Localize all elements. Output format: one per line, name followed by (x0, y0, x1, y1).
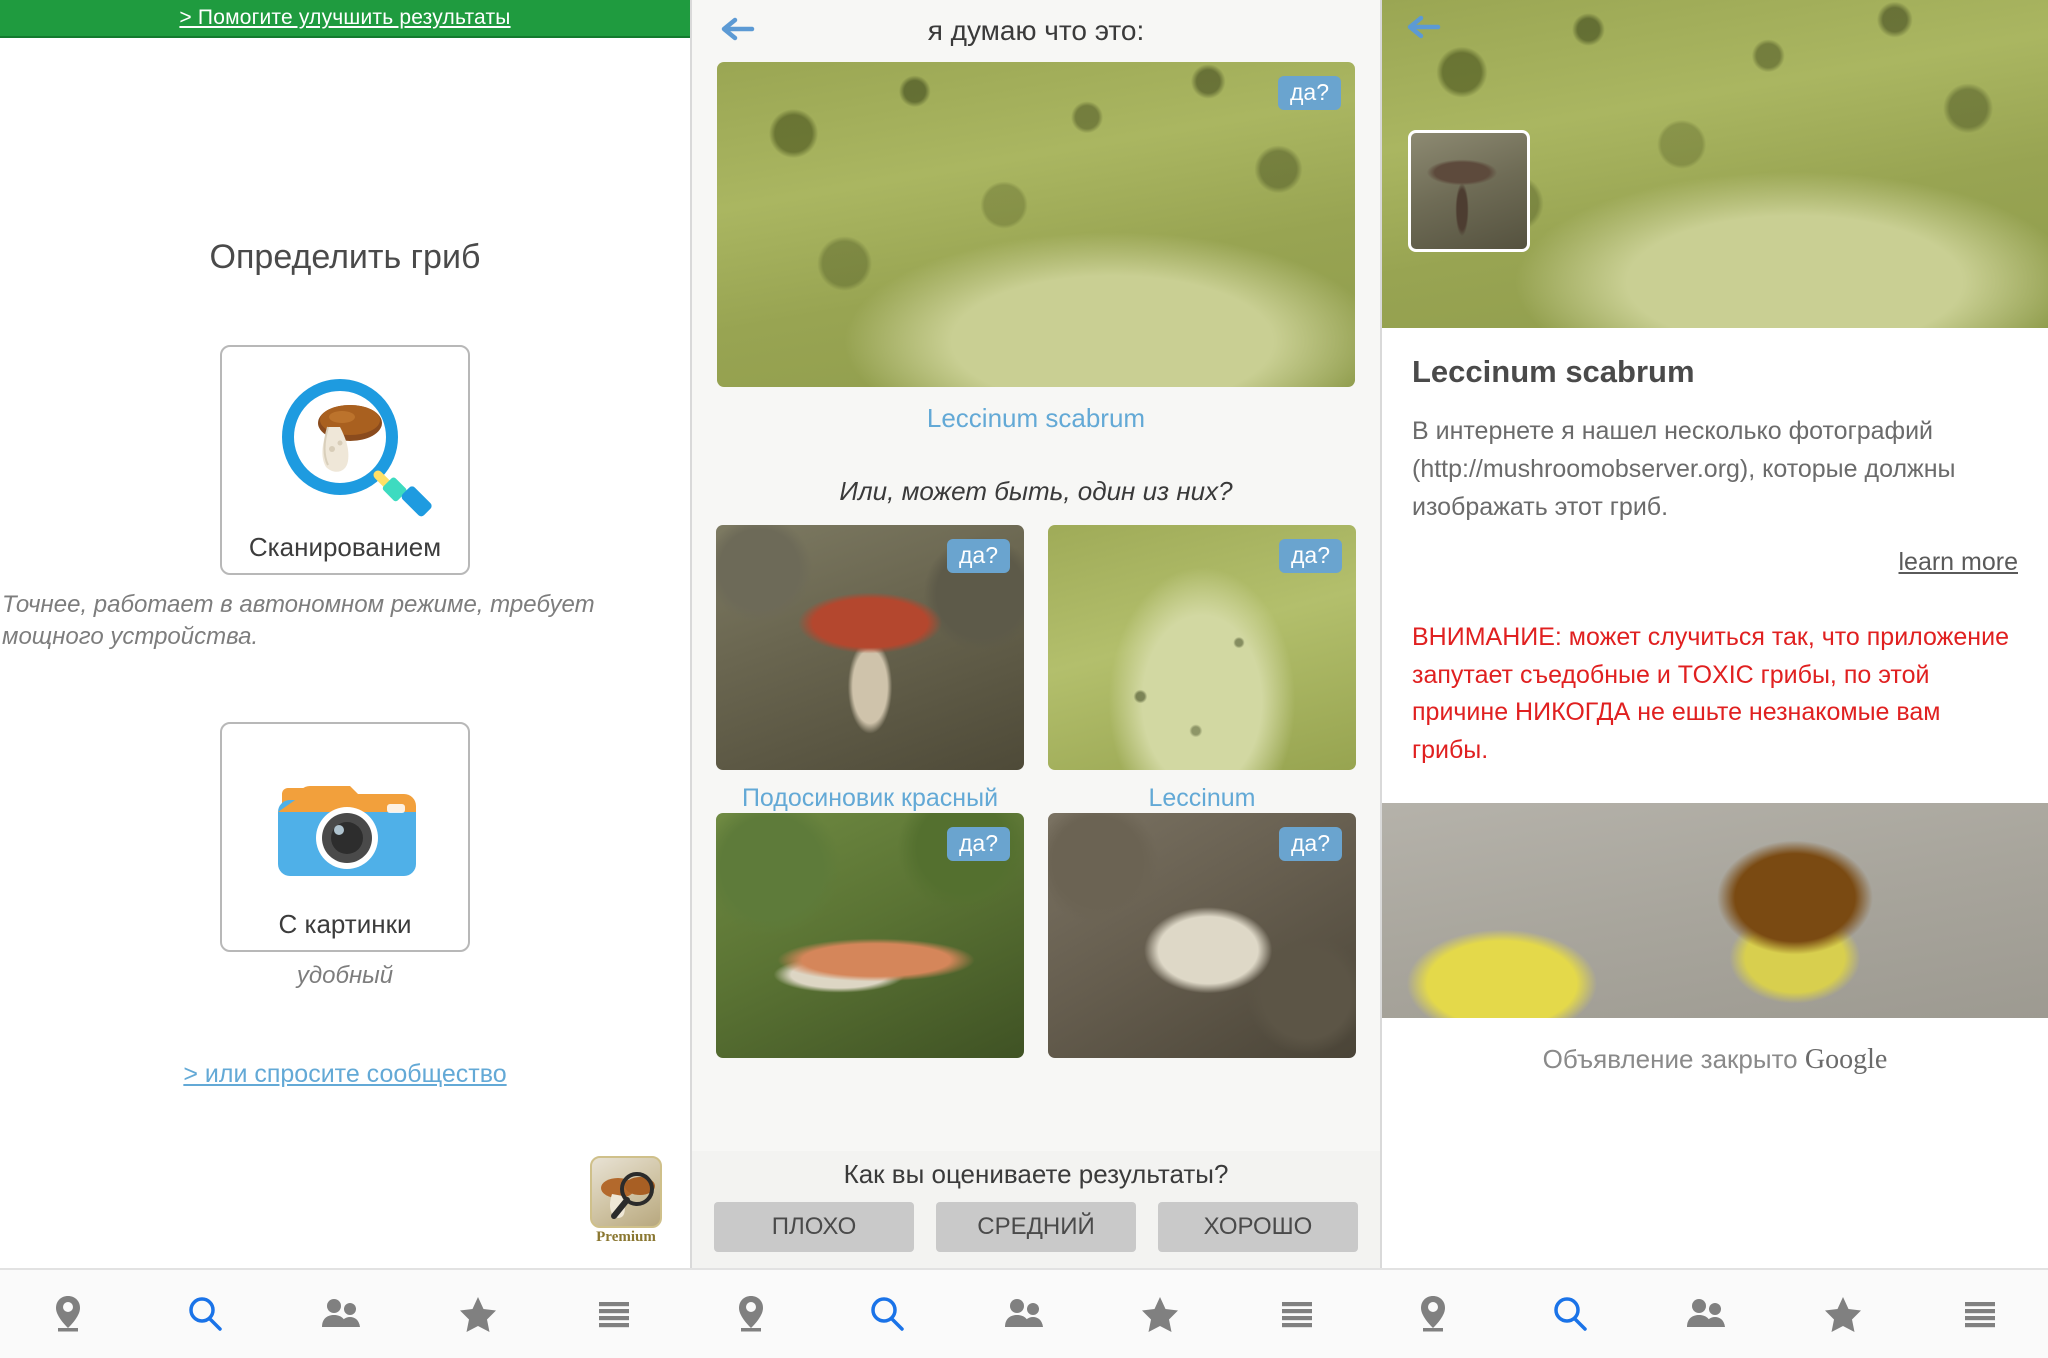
scan-method-card[interactable]: Сканированием (220, 345, 470, 575)
alternative-item[interactable]: да? (1048, 813, 1356, 1058)
rating-medium-button[interactable]: СРЕДНИЙ (936, 1202, 1136, 1252)
species-thumbnail[interactable] (1408, 130, 1530, 252)
nav-section (683, 1270, 1366, 1358)
ad-footer: Объявление закрыто Google (1382, 1018, 2048, 1076)
alternative-image[interactable]: да? (1048, 525, 1356, 770)
yes-badge[interactable]: да? (946, 539, 1010, 574)
google-logo: Google (1804, 1044, 1888, 1075)
star-icon (459, 1297, 496, 1332)
nav-section (1365, 1270, 2048, 1358)
menu-icon (1281, 1302, 1312, 1328)
improve-results-link[interactable]: > Помогите улучшить результаты (179, 6, 510, 30)
advertisement-image[interactable] (1382, 803, 2048, 1018)
toxic-warning: ВНИМАНИЕ: может случиться так, что прило… (1412, 623, 2009, 764)
picture-method-card[interactable]: С картинки (220, 721, 470, 952)
location-pin-icon (738, 1296, 763, 1332)
mushroom-magnifier-icon (222, 365, 468, 523)
nav-favorites[interactable] (438, 1270, 518, 1358)
nav-people[interactable] (984, 1270, 1064, 1358)
primary-match-image[interactable]: да? (717, 62, 1355, 387)
species-description: В интернете я нашел несколько фотографий… (1412, 417, 1956, 521)
suggestions-title: я думаю что это: (927, 15, 1145, 46)
rating-bad-button[interactable]: ПЛОХО (714, 1202, 914, 1252)
nav-search[interactable] (847, 1270, 927, 1358)
yes-badge[interactable]: да? (946, 827, 1010, 862)
app-root: > Помогите улучшить результаты Определит… (0, 0, 2048, 1358)
menu-icon (1964, 1302, 1995, 1328)
search-icon (1554, 1297, 1587, 1331)
people-icon (1687, 1299, 1726, 1327)
nav-people[interactable] (1666, 1270, 1746, 1358)
premium-label: Premium (596, 1229, 656, 1245)
nav-location[interactable] (28, 1270, 108, 1358)
improve-results-banner[interactable]: > Помогите улучшить результаты (0, 0, 690, 38)
ask-community-link[interactable]: > или спросите сообщество (0, 1060, 690, 1089)
alternative-item[interactable]: да? (716, 813, 1024, 1058)
back-arrow-icon[interactable] (718, 14, 758, 49)
nav-search[interactable] (165, 1270, 245, 1358)
location-pin-icon (56, 1296, 81, 1332)
ad-closed-text: Объявление закрыто (1542, 1044, 1798, 1074)
premium-app-icon (590, 1156, 662, 1228)
nav-location[interactable] (1393, 1270, 1473, 1358)
suggestions-header: я думаю что это: (692, 0, 1380, 62)
camera-icon (222, 742, 468, 900)
star-icon (1824, 1297, 1861, 1332)
alternative-caption[interactable]: Leccinum (1048, 784, 1356, 813)
bottom-navigation (0, 1268, 2048, 1358)
species-detail-body: Leccinum scabrum В интернете я нашел нес… (1382, 328, 2048, 769)
alternative-caption[interactable]: Подосиновик красный (716, 784, 1024, 813)
nav-search[interactable] (1530, 1270, 1610, 1358)
learn-more-link[interactable]: learn more (1412, 548, 2019, 577)
primary-match-caption[interactable]: Leccinum scabrum (692, 403, 1380, 434)
nav-location[interactable] (711, 1270, 791, 1358)
alternative-image[interactable]: да? (716, 813, 1024, 1058)
rating-strip: Как вы оцениваете результаты? ПЛОХО СРЕД… (692, 1151, 1380, 1268)
star-icon (1142, 1297, 1179, 1332)
alternatives-grid: да? Подосиновик красный да? Leccinum да?… (692, 525, 1380, 1058)
alternatives-question: Или, может быть, один из них? (839, 476, 1233, 506)
species-hero-image[interactable] (1382, 0, 2048, 328)
scan-card-label: Сканированием (248, 532, 442, 562)
premium-badge[interactable]: Premium (590, 1156, 662, 1246)
nav-people[interactable] (301, 1270, 381, 1358)
nav-favorites[interactable] (1803, 1270, 1883, 1358)
search-icon (189, 1297, 222, 1331)
alternative-item[interactable]: да? Подосиновик красный (716, 525, 1024, 813)
panel-suggestions: я думаю что это: да? Leccinum scabrum Ил… (690, 0, 1380, 1268)
nav-menu[interactable] (1257, 1270, 1337, 1358)
rating-buttons: ПЛОХО СРЕДНИЙ ХОРОШО (714, 1202, 1358, 1252)
alternative-item[interactable]: да? Leccinum (1048, 525, 1356, 813)
rating-good-button[interactable]: ХОРОШО (1158, 1202, 1358, 1252)
yes-badge[interactable]: да? (1278, 539, 1342, 574)
picture-method-note: удобный (296, 961, 394, 989)
picture-card-label: С картинки (278, 908, 412, 939)
nav-section (0, 1270, 683, 1358)
location-pin-icon (1421, 1296, 1446, 1332)
back-arrow-icon[interactable] (1404, 12, 1444, 47)
scan-method-note: Точнее, работает в автономном режиме, тр… (2, 591, 595, 651)
search-icon (871, 1297, 905, 1331)
panel-identify: > Помогите улучшить результаты Определит… (0, 0, 690, 1268)
alternative-image[interactable]: да? (1048, 813, 1356, 1058)
nav-favorites[interactable] (1120, 1270, 1200, 1358)
yes-badge[interactable]: да? (1278, 827, 1342, 862)
people-icon (322, 1299, 361, 1327)
nav-menu[interactable] (574, 1270, 654, 1358)
nav-menu[interactable] (1940, 1270, 2020, 1358)
panel-species-detail: Leccinum scabrum В интернете я нашел нес… (1380, 0, 2048, 1268)
species-name: Leccinum scabrum (1412, 354, 1695, 389)
menu-icon (599, 1302, 630, 1328)
people-icon (1004, 1299, 1043, 1327)
alternative-image[interactable]: да? (716, 525, 1024, 770)
page-title: Определить гриб (209, 238, 481, 276)
rating-question: Как вы оцениваете результаты? (843, 1159, 1229, 1189)
yes-badge[interactable]: да? (1277, 76, 1341, 111)
